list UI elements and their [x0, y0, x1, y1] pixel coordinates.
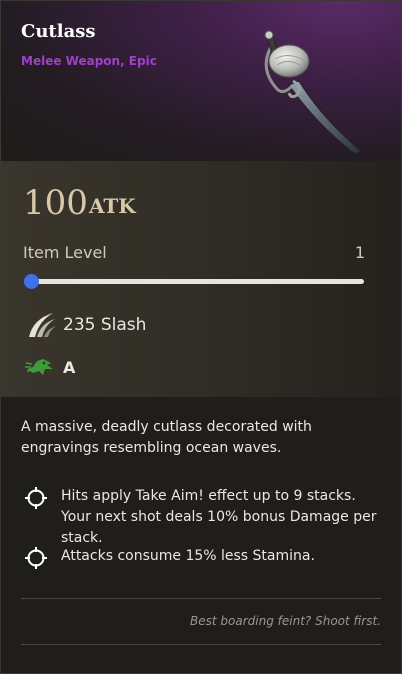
- crosshair-icon: [25, 487, 47, 509]
- damage-text: 235 Slash: [63, 315, 147, 335]
- divider: [21, 598, 381, 599]
- item-description: A massive, deadly cutlass decorated with…: [21, 419, 312, 456]
- scaling-grade: A: [63, 358, 76, 377]
- item-level-slider-thumb[interactable]: [24, 274, 39, 289]
- atk-value: 100: [23, 183, 88, 223]
- item-category: Melee Weapon, Epic: [21, 54, 157, 68]
- flavor-text: Best boarding feint? Shoot first.: [190, 614, 381, 628]
- atk-label: ATK: [89, 194, 136, 218]
- item-level-value: 1: [354, 243, 365, 262]
- divider: [21, 644, 381, 645]
- item-name: Cutlass: [21, 21, 96, 42]
- crosshair-icon: [25, 547, 47, 569]
- slash-icon: [29, 313, 56, 337]
- stats-panel: 100 ATK Item Level 1 235 Slash A: [1, 161, 401, 397]
- perk-text: Attacks consume 15% less Stamina.: [61, 548, 315, 564]
- dexterity-icon: [25, 359, 53, 375]
- cutlass-icon: [264, 30, 362, 155]
- item-tooltip-card: Cutlass Melee Weapon, Epic 100 ATK Item …: [0, 0, 402, 674]
- item-level-label: Item Level: [23, 243, 107, 262]
- perk-text: Hits apply Take Aim! effect up to 9 stac…: [61, 488, 377, 546]
- item-level-slider-track[interactable]: [28, 279, 364, 284]
- item-header: Cutlass Melee Weapon, Epic: [1, 1, 401, 161]
